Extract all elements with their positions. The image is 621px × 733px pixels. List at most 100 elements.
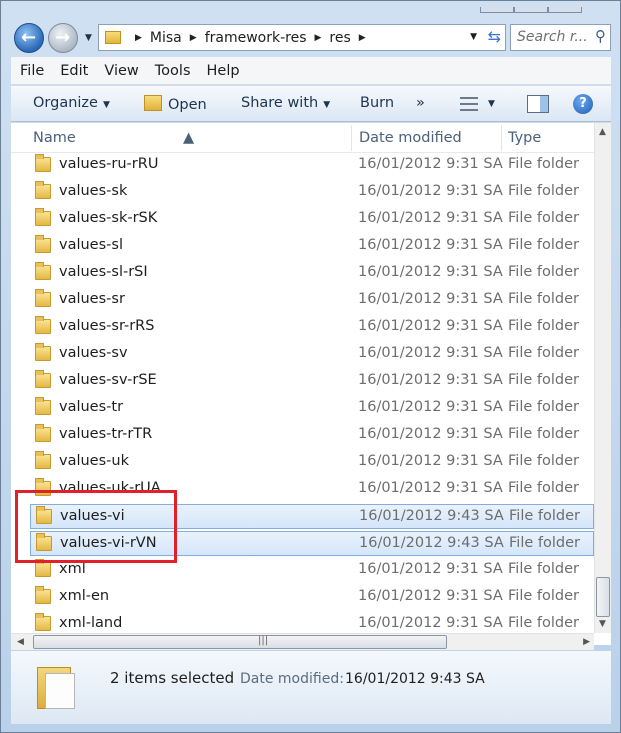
file-date: 16/01/2012 9:43 SA: [359, 535, 504, 551]
menu-view[interactable]: View: [104, 63, 138, 79]
folder-icon: [35, 181, 51, 199]
file-row[interactable]: values-sl-rSI 16/01/2012 9:31 SA File fold…: [30, 261, 594, 286]
file-row[interactable]: values-vi-rVN 16/01/2012 9:43 SA File fold…: [30, 531, 594, 556]
help-icon[interactable]: ?: [573, 94, 593, 114]
view-dropdown-icon[interactable]: ▼: [488, 99, 495, 109]
file-type: File folder: [508, 318, 579, 334]
forward-button[interactable]: →: [48, 23, 78, 53]
search-icon[interactable]: ⚲: [595, 27, 606, 45]
file-date: 16/01/2012 9:31 SA: [358, 426, 503, 442]
file-date: 16/01/2012 9:31 SA: [358, 372, 503, 388]
breadcrumb-res[interactable]: res: [329, 30, 350, 46]
file-row[interactable]: values-vi 16/01/2012 9:43 SA File folder: [30, 504, 594, 529]
file-row[interactable]: values-ru-rRU 16/01/2012 9:31 SA File fold…: [30, 153, 594, 178]
column-name[interactable]: Name: [33, 130, 76, 146]
file-type: File folder: [508, 561, 579, 577]
breadcrumb-misa[interactable]: Misa: [150, 30, 182, 46]
chevron-down-icon: ▼: [102, 100, 110, 110]
burn-button[interactable]: Burn: [360, 95, 394, 111]
chevron-right-icon[interactable]: ▶: [359, 33, 366, 43]
file-type: File folder: [508, 588, 579, 604]
search-placeholder: Search r...: [517, 29, 588, 45]
file-row[interactable]: values-sk 16/01/2012 9:31 SA File folder: [30, 180, 594, 205]
file-row[interactable]: values-tr-rTR 16/01/2012 9:31 SA File fold…: [30, 423, 594, 448]
folder-icon: [35, 424, 51, 442]
open-button[interactable]: Open: [144, 95, 207, 113]
file-row[interactable]: values-sr-rRS 16/01/2012 9:31 SA File fold…: [30, 315, 594, 340]
folder-icon: [35, 586, 51, 604]
chevron-right-icon[interactable]: ▶: [315, 33, 322, 43]
folder-icon: [35, 235, 51, 253]
folder-icon: [35, 559, 51, 577]
file-list: ▲ Name Date modified Type values-ru-rRU 1…: [11, 123, 611, 650]
chevron-right-icon[interactable]: ▶: [135, 33, 142, 43]
file-date: 16/01/2012 9:31 SA: [358, 210, 503, 226]
file-date: 16/01/2012 9:31 SA: [358, 480, 503, 496]
folder-icon: [35, 397, 51, 415]
search-input[interactable]: Search r... ⚲: [510, 24, 611, 51]
file-row[interactable]: values-tr 16/01/2012 9:31 SA File folder: [30, 396, 594, 421]
file-name: values-vi: [60, 508, 125, 524]
scroll-left-icon[interactable]: ◀: [17, 637, 24, 647]
file-date: 16/01/2012 9:31 SA: [358, 453, 503, 469]
selection-folder-icon: [37, 663, 77, 709]
menu-help[interactable]: Help: [207, 63, 240, 79]
file-type: File folder: [508, 264, 579, 280]
recent-pages-dropdown-icon[interactable]: ▼: [85, 33, 92, 43]
menu-tools[interactable]: Tools: [155, 63, 191, 79]
file-row[interactable]: values-uk-rUA 16/01/2012 9:31 SA File fold…: [30, 477, 594, 502]
column-headers: ▲ Name Date modified Type: [11, 123, 594, 153]
horizontal-scroll-thumb[interactable]: |||: [33, 635, 447, 649]
file-name: xml-en: [59, 588, 110, 604]
file-type: File folder: [508, 291, 579, 307]
file-type: File folder: [508, 183, 579, 199]
horizontal-scrollbar[interactable]: ◀ ||| ▶: [11, 633, 594, 650]
menu-file[interactable]: File: [20, 63, 44, 79]
file-row[interactable]: values-sl 16/01/2012 9:31 SA File folder: [30, 234, 594, 259]
file-name: values-tr-rTR: [59, 426, 153, 442]
column-divider[interactable]: [351, 125, 352, 151]
scroll-right-icon[interactable]: ▶: [583, 637, 590, 647]
folder-icon: [35, 262, 51, 280]
chevron-down-icon: ▼: [323, 100, 331, 110]
scroll-down-icon[interactable]: ▼: [599, 619, 606, 629]
column-date-modified[interactable]: Date modified: [359, 130, 462, 146]
column-type[interactable]: Type: [508, 130, 541, 146]
file-date: 16/01/2012 9:31 SA: [358, 264, 503, 280]
file-row[interactable]: values-sr 16/01/2012 9:31 SA File folder: [30, 288, 594, 313]
more-commands-button[interactable]: »: [416, 95, 425, 111]
file-row[interactable]: values-sv-rSE 16/01/2012 9:31 SA File fold…: [30, 369, 594, 394]
file-name: values-sk-rSK: [59, 210, 158, 226]
file-row[interactable]: values-uk 16/01/2012 9:31 SA File folder: [30, 450, 594, 475]
forward-arrow-icon: →: [55, 27, 71, 48]
folder-icon: [36, 533, 52, 551]
file-row[interactable]: xml-en 16/01/2012 9:31 SA File folder: [30, 585, 594, 610]
column-divider[interactable]: [501, 125, 502, 151]
breadcrumb-framework-res[interactable]: framework-res: [205, 30, 307, 46]
folder-icon: [35, 208, 51, 226]
organize-button[interactable]: Organize ▼: [33, 95, 110, 111]
back-button[interactable]: ←: [14, 23, 44, 53]
file-name: values-sr: [59, 291, 125, 307]
share-with-button[interactable]: Share with ▼: [241, 95, 330, 111]
address-row: ← → ▼ ▶ Misa ▶ framework-res ▶ res ▶ ▼ ⇆…: [1, 15, 621, 55]
vertical-scroll-thumb[interactable]: [596, 577, 610, 617]
vertical-scrollbar[interactable]: ▲ ▼: [594, 123, 611, 633]
address-dropdown-icon[interactable]: ▼: [470, 32, 477, 42]
chevron-right-icon[interactable]: ▶: [190, 33, 197, 43]
file-type: File folder: [508, 372, 579, 388]
file-date: 16/01/2012 9:31 SA: [358, 345, 503, 361]
scroll-up-icon[interactable]: ▲: [599, 127, 606, 137]
command-bar: Organize ▼ Open Share with ▼ Burn » ▼ ?: [11, 86, 611, 122]
file-row[interactable]: xml 16/01/2012 9:31 SA File folder: [30, 558, 594, 583]
change-view-icon[interactable]: [460, 97, 478, 111]
file-type: File folder: [508, 156, 579, 172]
file-row[interactable]: values-sv 16/01/2012 9:31 SA File folder: [30, 342, 594, 367]
file-date: 16/01/2012 9:31 SA: [358, 561, 503, 577]
breadcrumb[interactable]: ▶ Misa ▶ framework-res ▶ res ▶ ▼ ⇆: [98, 24, 506, 51]
title-buttons[interactable]: [480, 1, 620, 13]
preview-pane-icon[interactable]: [527, 95, 549, 113]
menu-edit[interactable]: Edit: [60, 63, 88, 79]
refresh-icon[interactable]: ⇆: [488, 27, 501, 46]
file-row[interactable]: values-sk-rSK 16/01/2012 9:31 SA File fold…: [30, 207, 594, 232]
